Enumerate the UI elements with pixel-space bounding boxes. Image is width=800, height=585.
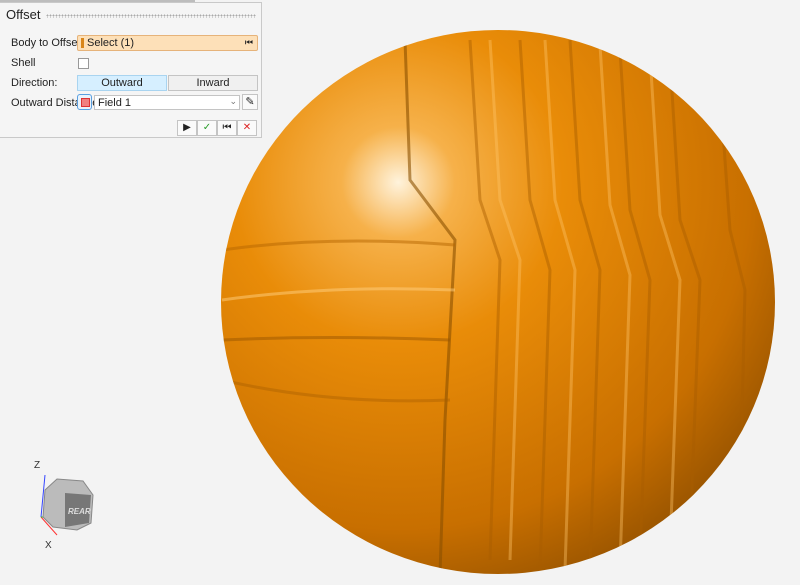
inward-button[interactable]: Inward [168, 75, 258, 91]
distance-value: Field 1 [98, 97, 132, 109]
rear-face-label: REAR [68, 507, 91, 516]
panel-title: Offset [6, 7, 41, 22]
body-value: Select (1) [87, 37, 135, 49]
selection-marker [81, 38, 84, 48]
body-label: Body to Offset: [11, 37, 84, 49]
drag-handle[interactable] [46, 14, 256, 18]
cancel-button[interactable]: ✕ [237, 120, 257, 136]
chevron-down-icon[interactable]: ⌄ [229, 96, 237, 107]
shell-label: Shell [11, 57, 36, 69]
outward-button[interactable]: Outward [77, 75, 167, 91]
edit-field-icon[interactable]: ✎ [242, 94, 258, 110]
apply-stay-button[interactable]: ⏮ [217, 120, 237, 136]
field-type-button[interactable] [77, 94, 92, 110]
view-cube[interactable]: Z X REAR [25, 455, 105, 550]
field-icon [81, 98, 90, 107]
offset-panel: Offset Body to Offset: Select (1) ⏮ Shel… [0, 2, 262, 138]
reset-selection-icon[interactable]: ⏮ [245, 37, 253, 48]
offset-sphere-model[interactable] [221, 30, 775, 575]
apply-button[interactable]: ✓ [197, 120, 217, 136]
body-selector[interactable]: Select (1) ⏮ [77, 35, 258, 51]
distance-field-dropdown[interactable]: Field 1 ⌄ [94, 95, 240, 110]
direction-label: Direction: [11, 77, 58, 89]
x-axis-label: X [45, 540, 52, 550]
z-axis-label: Z [34, 460, 40, 471]
shell-checkbox[interactable] [78, 58, 89, 69]
preview-button[interactable]: ▶ [177, 120, 197, 136]
